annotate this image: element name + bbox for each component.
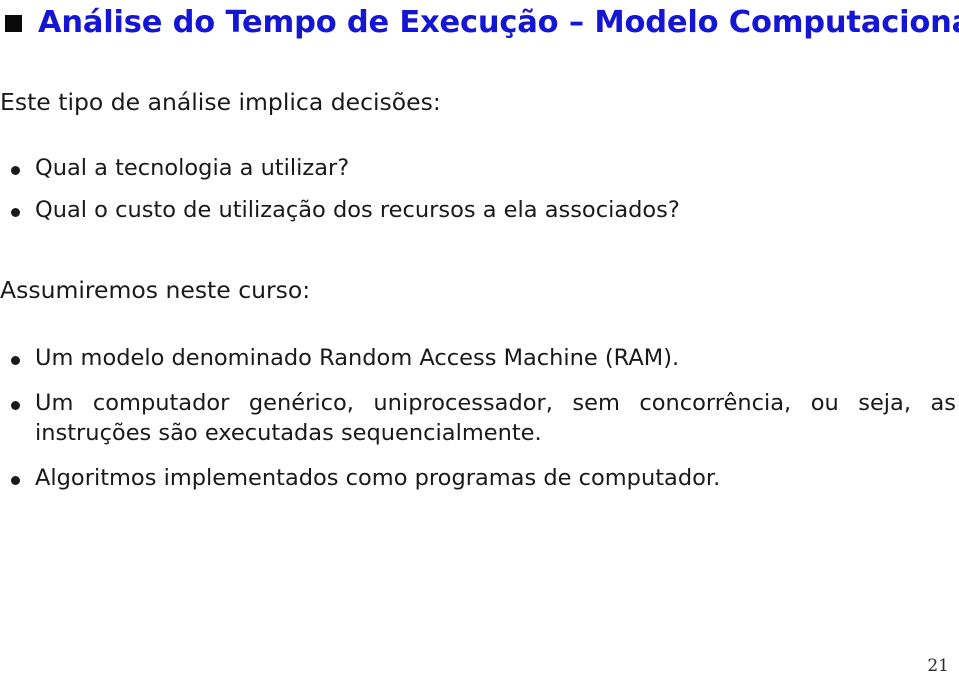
decisions-list: Qual a tecnologia a utilizar? Qual o cus… (0, 154, 959, 226)
list-item: Um computador genérico, uniprocessador, … (0, 389, 959, 448)
list-item: Qual a tecnologia a utilizar? (0, 154, 959, 183)
assumptions-list: Um modelo denominado Random Access Machi… (0, 344, 959, 493)
list-item-label: Qual o custo de utilização dos recursos … (35, 197, 680, 224)
list-item-label: Um computador genérico, uniprocessador, … (35, 390, 956, 446)
assumptions-heading: Assumiremos neste curso: (0, 276, 311, 304)
intro-paragraph: Este tipo de análise implica decisões: (0, 88, 441, 116)
list-item-label: Qual a tecnologia a utilizar? (35, 155, 350, 181)
page-number: 21 (927, 656, 949, 676)
presentation-slide: Análise do Tempo de Execução – Modelo Co… (0, 0, 959, 683)
page-title: Análise do Tempo de Execução – Modelo Co… (38, 4, 959, 40)
list-item-label: Um modelo denominado Random Access Machi… (35, 345, 680, 371)
title-square-marker-left-icon (5, 14, 22, 32)
list-item: Um modelo denominado Random Access Machi… (0, 344, 959, 373)
list-item: Algoritmos implementados como programas … (0, 464, 959, 493)
list-item-label: Algoritmos implementados como programas … (35, 464, 721, 491)
slide-title-bar: Análise do Tempo de Execução – Modelo Co… (0, 0, 959, 46)
list-item: Qual o custo de utilização dos recursos … (0, 196, 959, 225)
